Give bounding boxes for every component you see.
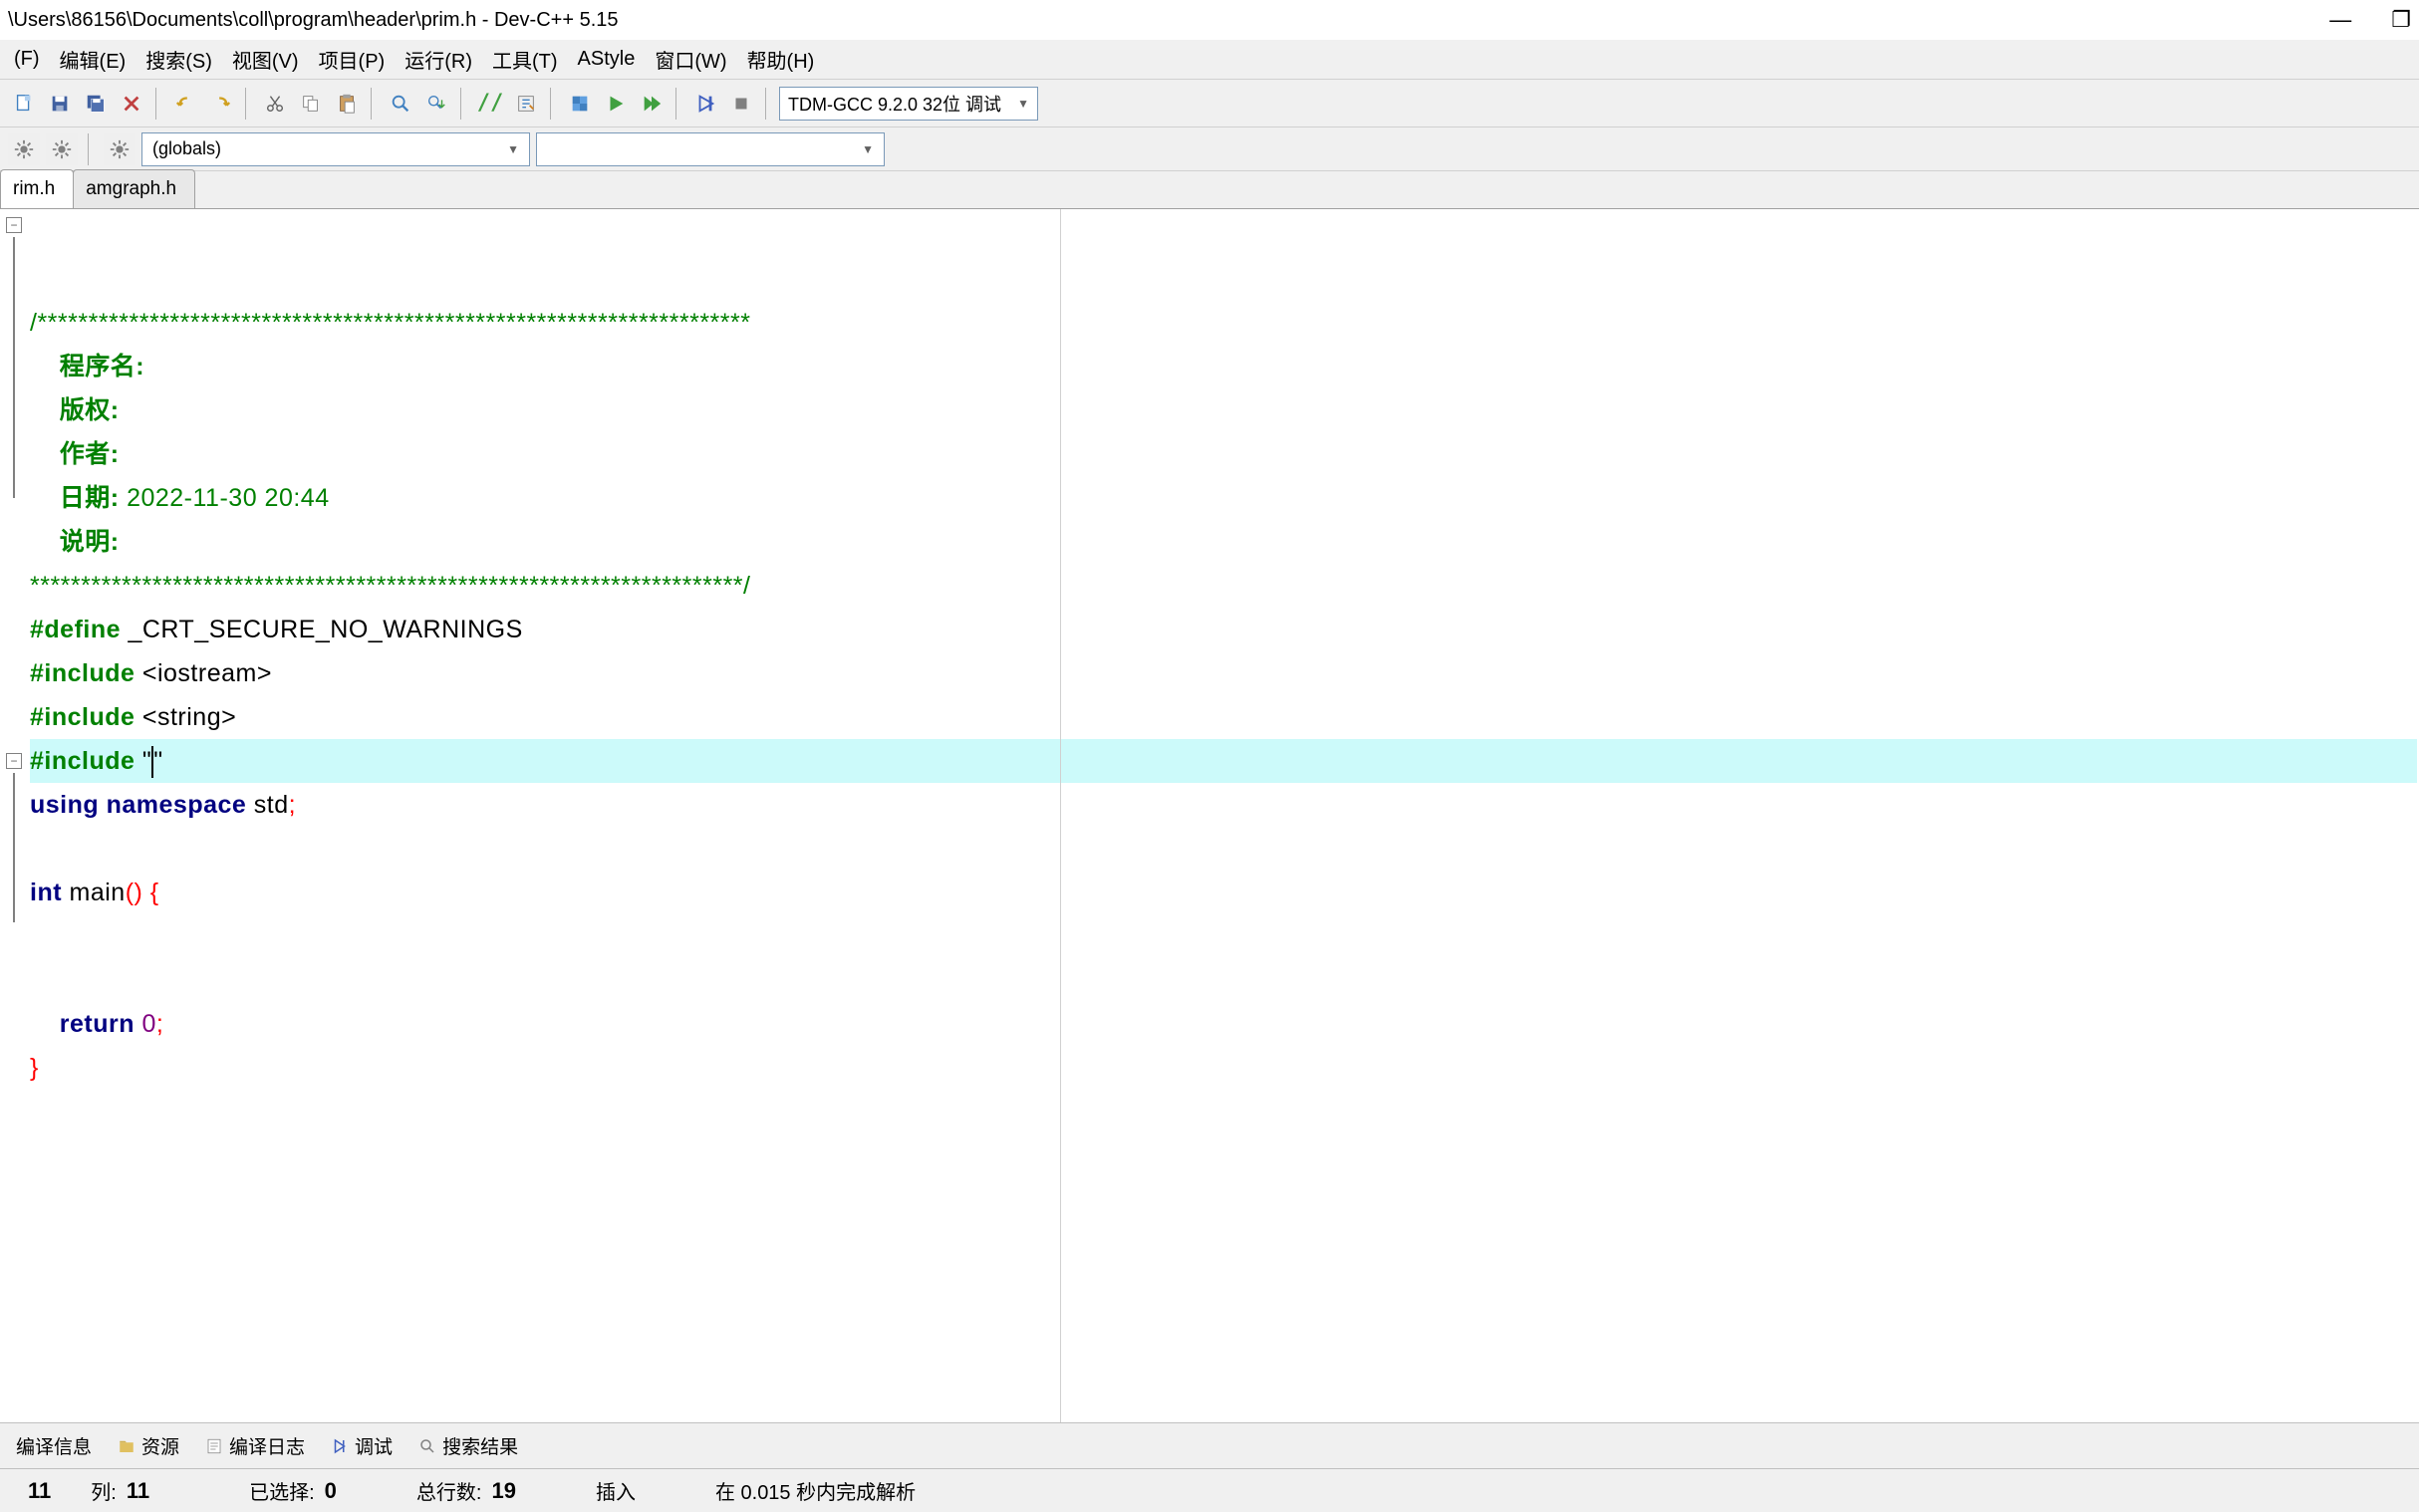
toolbar-separator <box>675 88 681 120</box>
find-button[interactable] <box>385 88 416 120</box>
fold-line <box>13 773 15 922</box>
redo-button[interactable] <box>205 88 237 120</box>
run-button[interactable] <box>600 88 632 120</box>
menu-view[interactable]: 视图(V) <box>222 41 309 78</box>
stop-button[interactable] <box>725 88 757 120</box>
folder-icon <box>118 1437 135 1455</box>
paste-button[interactable] <box>331 88 363 120</box>
status-total-lines: 总行数: 19 <box>397 1476 536 1505</box>
toolbar-separator <box>245 88 251 120</box>
debug-button[interactable] <box>689 88 721 120</box>
tab-search-results[interactable]: 搜索结果 <box>406 1426 530 1465</box>
window-controls: — ❐ ✕ <box>2329 0 2411 40</box>
menu-search[interactable]: 搜索(S) <box>135 41 222 78</box>
toolbar-separator <box>88 133 94 165</box>
fold-line <box>13 237 15 498</box>
menubar: (F) 编辑(E) 搜索(S) 视图(V) 项目(P) 运行(R) 工具(T) … <box>0 40 2419 80</box>
log-icon <box>205 1437 223 1455</box>
compiler-select[interactable]: TDM-GCC 9.2.0 32位 调试 ▼ <box>779 87 1038 121</box>
compile-button[interactable] <box>564 88 596 120</box>
search-icon <box>418 1437 436 1455</box>
close-file-button[interactable] <box>116 88 147 120</box>
chevron-down-icon: ▼ <box>507 142 519 156</box>
titlebar: \Users\86156\Documents\coll\program\head… <box>0 0 2419 40</box>
undo-button[interactable] <box>169 88 201 120</box>
toolbar-separator <box>371 88 377 120</box>
toolbar-separator <box>550 88 556 120</box>
menu-tools[interactable]: 工具(T) <box>482 41 568 78</box>
compile-run-button[interactable] <box>636 88 668 120</box>
menu-project[interactable]: 项目(P) <box>309 41 396 78</box>
function-combo[interactable]: ▼ <box>536 132 885 166</box>
cut-button[interactable] <box>259 88 291 120</box>
tab-compile-info[interactable]: 编译信息 <box>4 1426 104 1465</box>
menu-help[interactable]: 帮助(H) <box>737 41 825 78</box>
toolbar-main: // TDM-GCC 9.2.0 32位 调试 ▼ <box>0 80 2419 127</box>
comment-button[interactable]: // <box>474 88 506 120</box>
chevron-down-icon: ▼ <box>1017 97 1029 111</box>
gear-button-3[interactable] <box>104 133 135 165</box>
toolbar-separator <box>460 88 466 120</box>
statusbar: 11 列: 11 已选择: 0 总行数: 19 插入 在 0.015 秒内完成解… <box>0 1468 2419 1512</box>
fold-toggle-icon[interactable]: − <box>6 753 22 769</box>
status-insert-mode: 插入 <box>576 1476 656 1505</box>
titlebar-path: \Users\86156\Documents\coll\program\head… <box>8 9 619 32</box>
bottom-tabs: 编译信息 资源 编译日志 调试 搜索结果 <box>0 1422 2419 1468</box>
code-editor[interactable]: /***************************************… <box>28 209 2419 1422</box>
toolbar-separator <box>765 88 771 120</box>
save-button[interactable] <box>44 88 76 120</box>
status-column: 列: 11 <box>71 1476 169 1505</box>
tab-amgraph-h[interactable]: amgraph.h <box>73 169 195 208</box>
tab-prim-h[interactable]: rim.h <box>0 169 74 208</box>
status-selected: 已选择: 0 <box>229 1476 357 1505</box>
menu-window[interactable]: 窗口(W) <box>645 41 736 78</box>
new-file-button[interactable] <box>8 88 40 120</box>
uncomment-button[interactable] <box>510 88 542 120</box>
gear-button-1[interactable] <box>8 133 40 165</box>
tab-debug[interactable]: 调试 <box>319 1426 404 1465</box>
menu-edit[interactable]: 编辑(E) <box>50 41 136 78</box>
copy-button[interactable] <box>295 88 327 120</box>
compiler-select-label: TDM-GCC 9.2.0 32位 调试 <box>788 91 1001 117</box>
menu-file[interactable]: (F) <box>4 44 50 75</box>
chevron-down-icon: ▼ <box>862 142 874 156</box>
gear-button-2[interactable] <box>46 133 78 165</box>
minimize-button[interactable]: — <box>2329 7 2351 33</box>
status-line: 11 <box>8 1478 71 1504</box>
editor-area: − − /***********************************… <box>0 209 2419 1422</box>
status-parse-time: 在 0.015 秒内完成解析 <box>695 1476 936 1505</box>
debug-icon <box>331 1437 349 1455</box>
fold-toggle-icon[interactable]: − <box>6 217 22 233</box>
save-all-button[interactable] <box>80 88 112 120</box>
menu-run[interactable]: 运行(R) <box>395 41 482 78</box>
toolbar-secondary: (globals) ▼ ▼ <box>0 127 2419 171</box>
toolbar-separator <box>155 88 161 120</box>
maximize-button[interactable]: ❐ <box>2391 7 2411 33</box>
replace-button[interactable] <box>420 88 452 120</box>
tab-compile-log[interactable]: 编译日志 <box>193 1426 317 1465</box>
tabbar: rim.h amgraph.h <box>0 171 2419 209</box>
menu-astyle[interactable]: AStyle <box>568 44 646 75</box>
gutter[interactable]: − − <box>0 209 28 1422</box>
right-margin-line <box>1060 209 1061 1422</box>
globals-combo-label: (globals) <box>152 138 221 159</box>
tab-resources[interactable]: 资源 <box>106 1426 191 1465</box>
globals-combo[interactable]: (globals) ▼ <box>141 132 530 166</box>
